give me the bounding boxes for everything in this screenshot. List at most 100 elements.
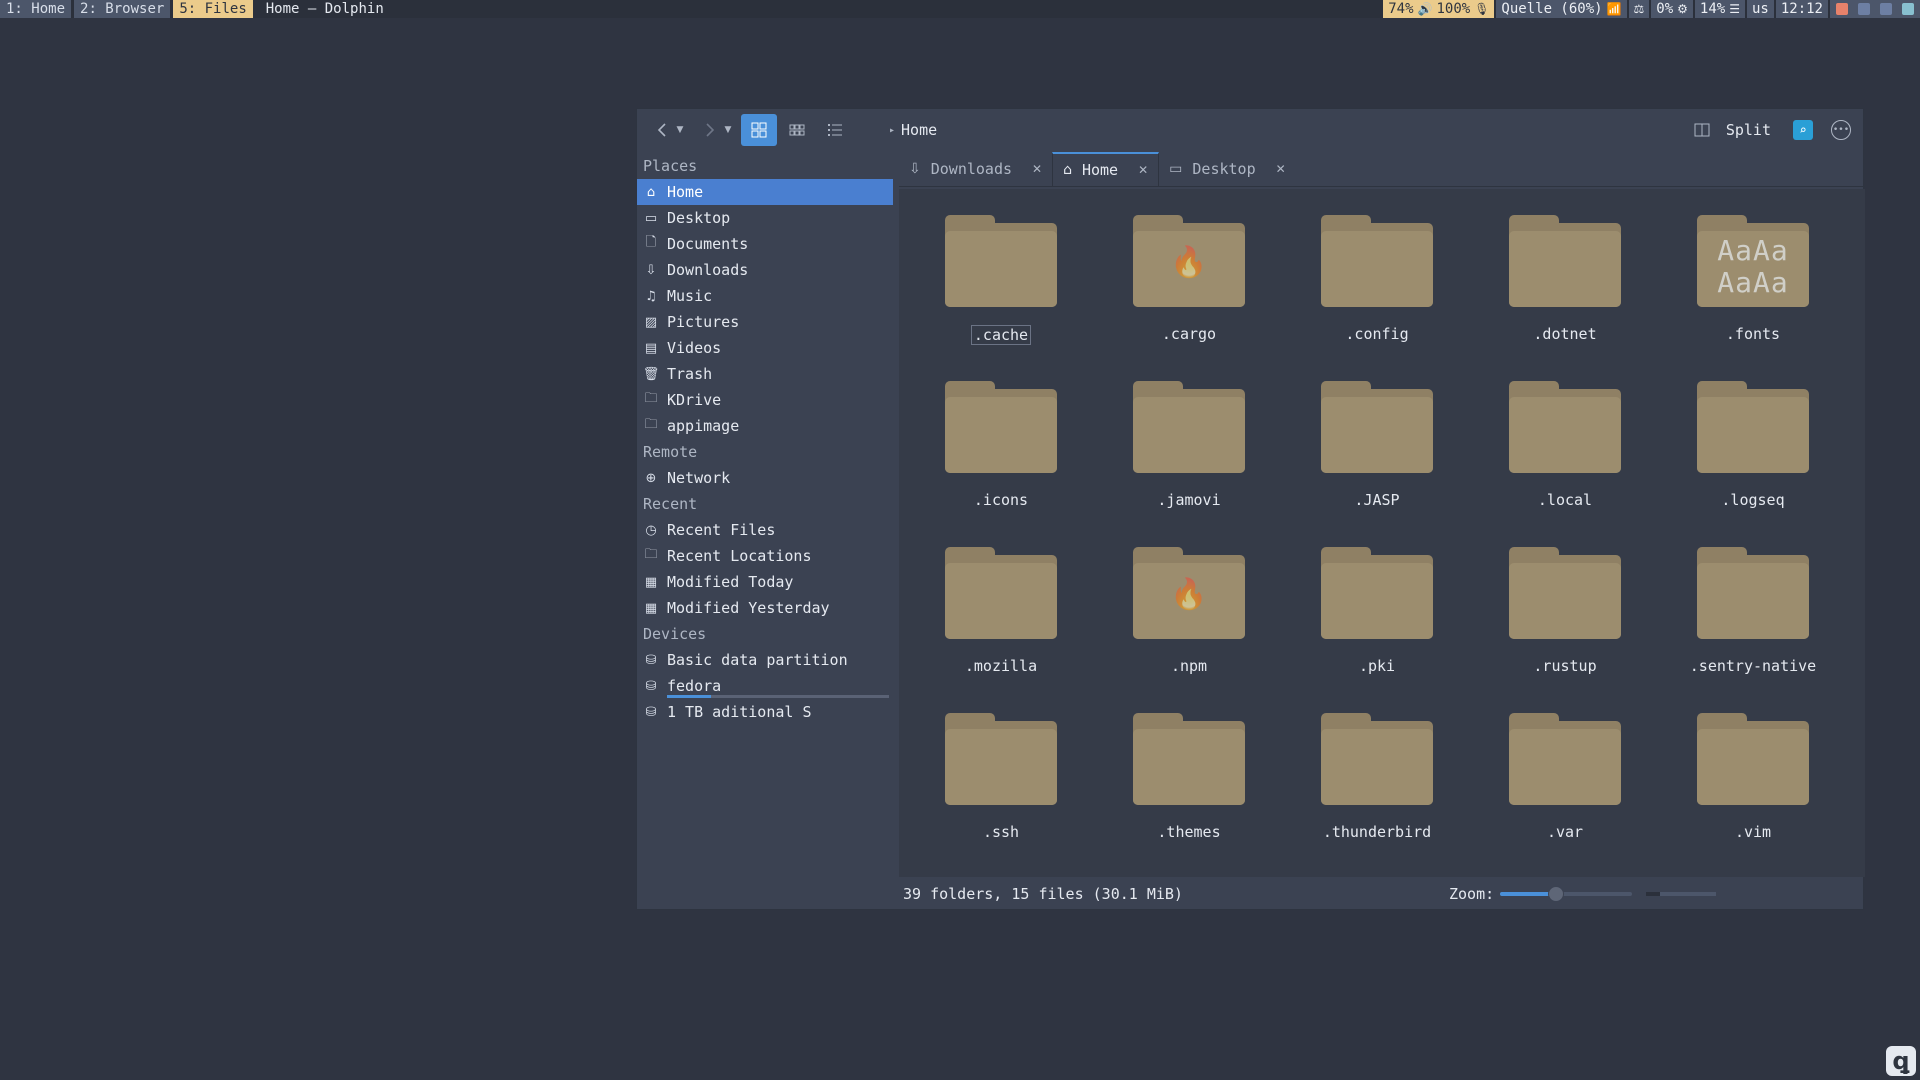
place-item-home[interactable]: ⌂ Home: [637, 179, 893, 205]
place-label: Modified Yesterday: [667, 599, 830, 617]
forward-button[interactable]: [699, 114, 721, 146]
place-item-videos[interactable]: ▤ Videos: [637, 335, 893, 361]
split-button[interactable]: Split: [1716, 121, 1781, 139]
back-history-dropdown[interactable]: ▼: [673, 114, 687, 146]
more-icon: •••: [1832, 125, 1850, 135]
volume-status[interactable]: 74% 🔊 100% 🎙: [1383, 0, 1495, 18]
kde-connect-icon[interactable]: [1902, 3, 1914, 15]
microphone-icon: 🎙: [1474, 2, 1490, 16]
desktop-corner-icon[interactable]: ꝗ: [1886, 1046, 1916, 1076]
tab-label: Home: [1081, 161, 1119, 179]
split-view-toggle[interactable]: [1688, 114, 1716, 146]
wifi-status[interactable]: Quelle (60%) 📶: [1496, 0, 1627, 18]
folder-item[interactable]: .sentry-native: [1659, 535, 1847, 701]
volume-value: 74%: [1388, 1, 1414, 17]
place-label: Recent Files: [667, 521, 776, 539]
folder-item[interactable]: .local: [1471, 369, 1659, 535]
tab-downloads[interactable]: ⇩ Downloads ✕: [899, 152, 1052, 186]
place-item-network[interactable]: ⊕ Network: [637, 465, 893, 491]
breadcrumb-item-home[interactable]: Home: [901, 121, 937, 139]
video-icon: ▤: [644, 340, 658, 356]
folder-item[interactable]: .thunderbird: [1283, 701, 1471, 867]
close-tab-icon[interactable]: ✕: [1138, 163, 1148, 177]
icons-view-button[interactable]: [741, 114, 777, 146]
folder-item[interactable]: 🔥 .npm: [1095, 535, 1283, 701]
tab-desktop[interactable]: ▭ Desktop ✕: [1159, 152, 1296, 186]
place-item-music[interactable]: ♫ Music: [637, 283, 893, 309]
folder-icon: 🔥: [1133, 215, 1245, 307]
folder-item[interactable]: .rustup: [1471, 535, 1659, 701]
network-tray-icon[interactable]: [1880, 3, 1892, 15]
cpu-status[interactable]: 0% ⚙: [1651, 0, 1693, 18]
place-item-appimage[interactable]: 🗀 appimage: [637, 413, 893, 439]
status-area: 74% 🔊 100% 🎙 Quelle (60%) 📶 ⚖ 0% ⚙ 14% ☰…: [1381, 0, 1920, 18]
clock-icon: ◷: [645, 522, 657, 538]
place-item-recent-files[interactable]: ◷ Recent Files: [637, 517, 893, 543]
forward-history-dropdown[interactable]: ▼: [721, 114, 735, 146]
workspace-1[interactable]: 1: Home: [0, 0, 72, 18]
folder-item[interactable]: .jamovi: [1095, 369, 1283, 535]
music-icon: ♫: [645, 288, 657, 304]
workspace-5[interactable]: 5: Files: [173, 0, 253, 18]
zoom-slider[interactable]: [1500, 886, 1633, 902]
place-item-kdrive[interactable]: 🗀 KDrive: [637, 387, 893, 413]
compact-view-button[interactable]: [779, 114, 815, 146]
folder-name: .cache: [970, 325, 1032, 345]
folder-name: .npm: [1170, 657, 1208, 675]
folder-name: .jamovi: [1157, 491, 1221, 509]
close-tab-icon[interactable]: ✕: [1032, 162, 1042, 176]
tab-home[interactable]: ⌂ Home ✕: [1052, 152, 1160, 186]
keyboard-layout[interactable]: us: [1746, 0, 1774, 18]
folder-item[interactable]: .config: [1283, 203, 1471, 369]
folder-item[interactable]: .icons: [907, 369, 1095, 535]
folder-item[interactable]: .logseq: [1659, 369, 1847, 535]
folder-item[interactable]: 🔥 .cargo: [1095, 203, 1283, 369]
drive-usage-fill: [667, 695, 712, 698]
bluetooth-icon[interactable]: [1858, 3, 1870, 15]
place-label: Recent Locations: [667, 547, 812, 565]
place-label: Documents: [667, 235, 749, 253]
folder-item[interactable]: .themes: [1095, 701, 1283, 867]
places-panel: Places ⌂ Home ▭ Desktop 🗋 Documents ⇩ Do…: [637, 153, 893, 909]
memory-status[interactable]: 14% ☰: [1694, 0, 1745, 18]
place-item-desktop[interactable]: ▭ Desktop: [637, 205, 893, 231]
place-item-recent-locations[interactable]: 🗀 Recent Locations: [637, 543, 893, 569]
place-item-fedora[interactable]: ⛁ fedora: [637, 673, 893, 699]
close-tab-icon[interactable]: ✕: [1276, 162, 1286, 176]
folder-item[interactable]: .vim: [1659, 701, 1847, 867]
place-item-1tb-drive[interactable]: ⛁ 1 TB aditional S: [637, 699, 893, 725]
search-button[interactable]: ⌕: [1793, 120, 1813, 140]
vpn-status[interactable]: ⚖: [1628, 0, 1650, 18]
tray-app-icon[interactable]: [1836, 3, 1848, 15]
place-item-documents[interactable]: 🗋 Documents: [637, 231, 893, 257]
folder-name: .var: [1546, 823, 1584, 841]
place-item-pictures[interactable]: ▨ Pictures: [637, 309, 893, 335]
folder-item[interactable]: .mozilla: [907, 535, 1095, 701]
folder-item[interactable]: .ssh: [907, 701, 1095, 867]
folder-item[interactable]: .pki: [1283, 535, 1471, 701]
place-item-modified-yesterday[interactable]: ▦ Modified Yesterday: [637, 595, 893, 621]
zoom-slider-handle[interactable]: [1547, 886, 1564, 902]
workspace-2[interactable]: 2: Browser: [74, 0, 171, 18]
folder-item[interactable]: AaAa AaAa .fonts: [1659, 203, 1847, 369]
folder-item[interactable]: .cache: [907, 203, 1095, 369]
hamburger-menu-button[interactable]: •••: [1831, 120, 1851, 140]
desktop-icon: ▭: [644, 210, 658, 226]
wifi-icon: 📶: [1606, 2, 1622, 16]
folder-item[interactable]: .var: [1471, 701, 1659, 867]
file-view[interactable]: .cache 🔥 .cargo .config .dotnet AaAa AaAa .font…: [899, 189, 1865, 877]
place-item-downloads[interactable]: ⇩ Downloads: [637, 257, 893, 283]
status-bar: 39 folders, 15 files (30.1 MiB) Zoom:: [899, 879, 1865, 909]
clock[interactable]: 12:12: [1775, 0, 1828, 18]
place-item-basic-data-partition[interactable]: ⛁ Basic data partition: [637, 647, 893, 673]
place-item-trash[interactable]: 🗑 Trash: [637, 361, 893, 387]
network-icon: ⊕: [645, 470, 657, 486]
folder-icon: [1321, 381, 1433, 473]
folder-item[interactable]: .JASP: [1283, 369, 1471, 535]
details-view-button[interactable]: [817, 114, 853, 146]
place-item-modified-today[interactable]: ▦ Modified Today: [637, 569, 893, 595]
place-label: 1 TB aditional S: [667, 703, 812, 721]
place-label: Music: [667, 287, 713, 305]
back-button[interactable]: [651, 114, 673, 146]
folder-item[interactable]: .dotnet: [1471, 203, 1659, 369]
